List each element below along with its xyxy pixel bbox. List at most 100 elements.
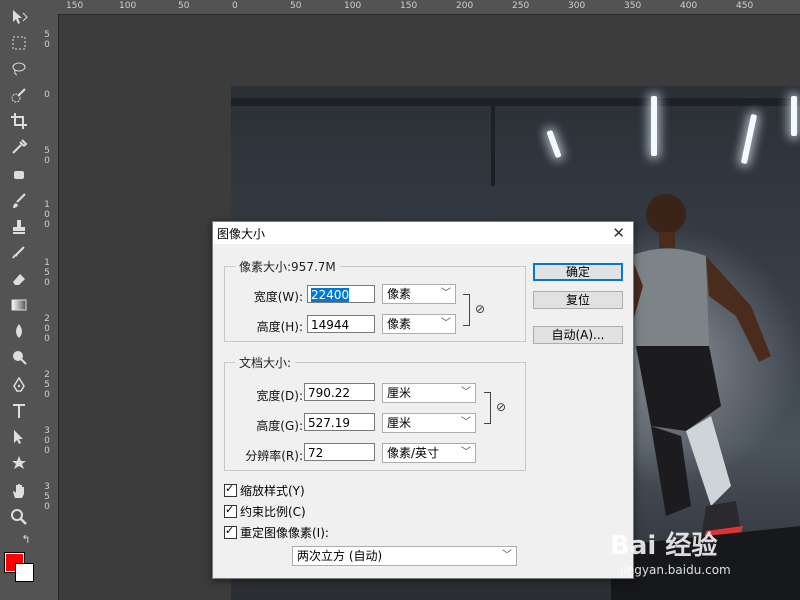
background-color-swatch[interactable] <box>15 563 34 582</box>
ruler-tick: 150 <box>66 1 84 11</box>
checkbox-checked-icon <box>224 524 237 539</box>
marquee-tool-icon[interactable] <box>6 32 32 54</box>
swap-colors-icon[interactable]: ↰ <box>18 532 34 546</box>
ruler-tick: 50 <box>178 1 190 11</box>
pen-tool-icon[interactable] <box>6 374 32 396</box>
ruler-tick: 250 <box>512 1 530 11</box>
ruler-tick: 350 <box>624 1 642 11</box>
history-brush-tool-icon[interactable] <box>6 242 32 264</box>
pixel-height-value: 14944 <box>311 318 350 332</box>
zoom-tool-icon[interactable] <box>6 506 32 528</box>
ruler-tick: 0 <box>232 1 238 11</box>
pixel-height-input[interactable]: 14944 <box>307 315 375 333</box>
ok-button[interactable]: 确定 <box>533 263 623 281</box>
doc-width-input[interactable]: 790.22 <box>304 383 375 401</box>
link-bracket <box>484 392 491 424</box>
clone-stamp-tool-icon[interactable] <box>6 216 32 238</box>
lasso-tool-icon[interactable] <box>6 58 32 80</box>
ruler-tick: 3 0 0 <box>44 426 50 456</box>
resolution-value: 72 <box>308 446 324 460</box>
ruler-tick: 1 0 0 <box>44 200 50 230</box>
chevron-down-icon: ﹀ <box>461 387 471 398</box>
gradient-tool-icon[interactable] <box>6 294 32 316</box>
pixel-width-value: 22400 <box>311 288 350 302</box>
pixel-width-unit-select[interactable]: 像素 ﹀ <box>382 284 456 304</box>
close-icon[interactable]: ✕ <box>612 224 625 242</box>
brush-tool-icon[interactable] <box>6 190 32 212</box>
ceiling-light <box>651 96 657 156</box>
ruler-tick: 2 5 0 <box>44 370 50 400</box>
chevron-down-icon: ﹀ <box>441 288 451 299</box>
ruler-tick: 100 <box>119 1 137 11</box>
pixel-width-input[interactable]: 22400 <box>307 285 375 303</box>
dodge-tool-icon[interactable] <box>6 346 32 368</box>
ceiling-light <box>740 113 758 165</box>
chevron-down-icon: ﹀ <box>502 550 512 561</box>
chain-link-icon[interactable]: ⊘ <box>475 302 485 316</box>
doc-width-value: 790.22 <box>308 386 350 400</box>
pixel-height-label: 高度(H): <box>256 320 303 334</box>
ruler-tick: 400 <box>680 1 698 11</box>
link-bracket <box>463 294 470 326</box>
doc-width-label: 宽度(D): <box>256 389 303 403</box>
resample-checkbox[interactable]: 重定图像像素(I): <box>224 524 329 541</box>
constrain-proportions-checkbox[interactable]: 约束比例(C) <box>224 503 306 520</box>
scale-styles-checkbox[interactable]: 缩放样式(Y) <box>224 482 305 499</box>
baidu-watermark-url: jingyan.baidu.com <box>620 563 731 577</box>
custom-shape-tool-icon[interactable] <box>6 452 32 474</box>
ruler-tick: 450 <box>736 1 754 11</box>
resolution-label: 分辨率(R): <box>245 449 303 463</box>
resample-method-select[interactable]: 两次立方 (自动) ﹀ <box>292 546 517 566</box>
doc-height-value: 527.19 <box>308 416 350 430</box>
pixel-height-unit-select[interactable]: 像素 ﹀ <box>382 314 456 334</box>
ruler-tick: 0 <box>44 90 50 100</box>
resolution-unit-select[interactable]: 像素/英寸 ﹀ <box>382 443 476 463</box>
auto-button[interactable]: 自动(A)... <box>533 326 623 344</box>
horizontal-ruler: 150 100 50 0 50 100 150 200 250 300 350 … <box>58 0 800 15</box>
doc-height-label: 高度(G): <box>256 419 303 433</box>
doc-height-input[interactable]: 527.19 <box>304 413 375 431</box>
type-tool-icon[interactable] <box>6 400 32 422</box>
hand-tool-icon[interactable] <box>6 480 32 502</box>
doc-height-unit-select[interactable]: 厘米 ﹀ <box>382 413 476 433</box>
chevron-down-icon: ﹀ <box>461 417 471 428</box>
ruler-tick: 2 0 0 <box>44 314 50 344</box>
ceiling-beam <box>231 98 800 106</box>
ruler-tick: 150 <box>400 1 418 11</box>
resolution-input[interactable]: 72 <box>304 443 375 461</box>
constrain-proportions-label: 约束比例(C) <box>240 505 306 519</box>
pixel-width-unit: 像素 <box>387 287 412 301</box>
resample-label: 重定图像像素(I): <box>240 526 329 540</box>
quick-selection-tool-icon[interactable] <box>6 84 32 106</box>
ceiling-light <box>791 96 797 136</box>
crop-tool-icon[interactable] <box>6 110 32 132</box>
dialog-titlebar[interactable]: 图像大小 ✕ <box>213 222 633 244</box>
ruler-tick: 100 <box>344 1 362 11</box>
ruler-tick: 5 0 <box>44 146 50 166</box>
chain-link-icon[interactable]: ⊘ <box>496 400 506 414</box>
resample-method-value: 两次立方 (自动) <box>297 549 383 563</box>
move-tool-icon[interactable] <box>6 6 32 28</box>
eraser-tool-icon[interactable] <box>6 268 32 290</box>
ruler-tick: 3 5 0 <box>44 482 50 512</box>
scale-styles-label: 缩放样式(Y) <box>240 484 305 498</box>
reset-button[interactable]: 复位 <box>533 291 623 309</box>
doc-width-unit: 厘米 <box>387 386 412 400</box>
ruler-tick: 5 0 <box>44 30 50 50</box>
checkbox-checked-icon <box>224 503 237 518</box>
blur-tool-icon[interactable] <box>6 320 32 342</box>
dialog-title: 图像大小 <box>217 227 266 241</box>
ruler-tick: 300 <box>568 1 586 11</box>
path-selection-tool-icon[interactable] <box>6 426 32 448</box>
ruler-tick: 1 5 0 <box>44 258 50 288</box>
chevron-down-icon: ﹀ <box>441 318 451 329</box>
vertical-ruler: 5 0 0 5 0 1 0 0 1 5 0 2 0 0 2 5 0 3 0 0 … <box>38 14 59 600</box>
eyedropper-tool-icon[interactable] <box>6 136 32 158</box>
pixel-height-unit: 像素 <box>387 317 412 331</box>
tools-panel: ↰ <box>0 0 39 600</box>
chevron-down-icon: ﹀ <box>461 447 471 458</box>
healing-brush-tool-icon[interactable] <box>6 164 32 186</box>
ceiling-beam <box>491 106 495 186</box>
doc-width-unit-select[interactable]: 厘米 ﹀ <box>382 383 476 403</box>
pixel-width-label: 宽度(W): <box>253 290 303 304</box>
